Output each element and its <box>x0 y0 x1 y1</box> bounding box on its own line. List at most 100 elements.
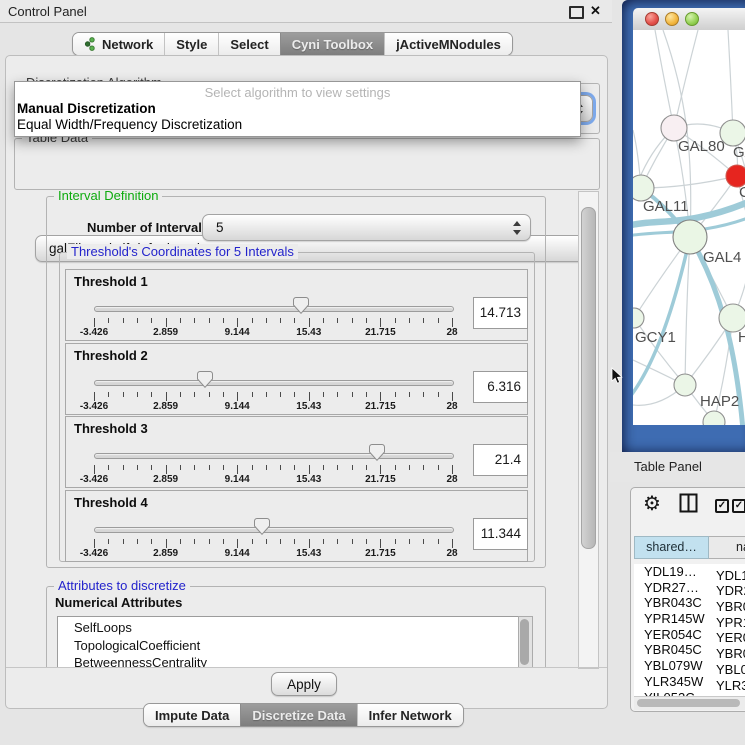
tab-label: Infer Network <box>369 708 452 723</box>
cell-shared-name: YBR045C <box>634 642 713 658</box>
column-header-name[interactable]: na <box>709 536 745 559</box>
slider-tick <box>266 318 267 323</box>
tab-network[interactable]: Network <box>73 33 164 55</box>
slider-thumb[interactable] <box>293 297 309 314</box>
gear-icon[interactable]: ⚙ <box>643 491 661 516</box>
slider-tick <box>151 392 152 397</box>
zoom-traffic-light-icon[interactable] <box>685 12 699 26</box>
slider-tick <box>137 539 138 544</box>
algorithm-option-equal-width-frequency-discretization[interactable]: Equal Width/Frequency Discretization <box>17 117 576 132</box>
network-node-ga[interactable] <box>720 120 745 146</box>
cell-shared-name: YLR345W <box>634 674 713 690</box>
slider-track[interactable] <box>94 527 454 533</box>
slider-axis-label: 2.859 <box>140 401 192 412</box>
table-horizontal-scrollbar[interactable] <box>634 696 745 710</box>
network-node-gcy1[interactable] <box>633 308 644 328</box>
network-icon <box>84 37 97 51</box>
slider-tick <box>352 539 353 544</box>
slider-track[interactable] <box>94 453 454 459</box>
column-header-shared-name[interactable]: shared… <box>634 536 709 559</box>
attribute-item-topologicalcoefficient[interactable]: TopologicalCoefficient <box>58 637 518 655</box>
num-intervals-label: Number of Intervals <box>87 220 209 235</box>
network-node-h[interactable] <box>719 304 745 332</box>
checkbox-icon[interactable]: ✓ <box>715 499 729 513</box>
algorithm-option-manual-discretization[interactable]: Manual Discretization <box>17 101 576 116</box>
tab-cyni-toolbox[interactable]: Cyni Toolbox <box>280 33 384 55</box>
tab-jactivemnodules[interactable]: jActiveMNodules <box>384 33 512 55</box>
threshold-value-field[interactable]: 6.316 <box>473 371 528 403</box>
slider-thumb[interactable] <box>254 518 270 535</box>
attribute-item-selfloops[interactable]: SelfLoops <box>58 619 518 637</box>
slider-axis-label: 9.144 <box>211 548 263 559</box>
slider-track[interactable] <box>94 306 454 312</box>
tab-style[interactable]: Style <box>164 33 218 55</box>
slider-tick <box>223 465 224 470</box>
slider-axis-label: 2.859 <box>140 548 192 559</box>
threshold-value-field[interactable]: 11.344 <box>473 518 528 550</box>
slider-tick <box>438 539 439 544</box>
table-row[interactable]: YLR345WYLR3 <box>634 674 745 690</box>
table-row[interactable]: YBL079WYBL0 <box>634 658 745 674</box>
interval-definition-group: Interval Definition Number of Intervals … <box>46 196 546 568</box>
slider-tick <box>337 465 338 470</box>
slider-axis-label: 2.859 <box>140 474 192 485</box>
slider-tick <box>151 465 152 470</box>
tab-infer-network[interactable]: Infer Network <box>357 704 463 726</box>
slider-tick <box>395 539 396 544</box>
tab-select[interactable]: Select <box>218 33 279 55</box>
minimize-traffic-light-icon[interactable] <box>665 12 679 26</box>
tab-label: Discretize Data <box>252 708 345 723</box>
table-row[interactable]: YER054CYER0 <box>634 627 745 643</box>
attribute-item-betweennesscentrality[interactable]: BetweennessCentrality <box>58 654 518 667</box>
tab-impute-data[interactable]: Impute Data <box>144 704 240 726</box>
list-scrollbar[interactable] <box>518 616 533 667</box>
close-icon[interactable]: ✕ <box>590 3 601 19</box>
slider-tick <box>237 539 238 548</box>
slider-tick <box>280 318 281 323</box>
network-node-label: GA <box>733 144 745 161</box>
threshold-value-field[interactable]: 14.713 <box>473 297 528 329</box>
tab-label: Impute Data <box>155 708 229 723</box>
network-node-hap2[interactable] <box>674 374 696 396</box>
threshold-panel-3: Threshold 3-3.4262.8599.14415.4321.71528… <box>65 416 528 488</box>
slider-thumb[interactable] <box>369 444 385 461</box>
slider-tick <box>423 539 424 544</box>
network-canvas[interactable]: GAL80GACGAL11GAL4GCY1HHAP2 <box>633 30 745 425</box>
table-row[interactable]: YBR045CYBR0 <box>634 642 745 658</box>
slider-tick <box>337 392 338 397</box>
panel-scrollbar-thumb[interactable] <box>581 207 596 549</box>
apply-button[interactable]: Apply <box>271 672 337 696</box>
slider-track[interactable] <box>94 380 454 386</box>
close-traffic-light-icon[interactable] <box>645 12 659 26</box>
threshold-label: Threshold 4 <box>74 495 148 510</box>
slider-thumb[interactable] <box>197 371 213 388</box>
table-hscrollbar-thumb[interactable] <box>637 699 740 707</box>
panel-scrollbar[interactable] <box>578 191 599 669</box>
tab-discretize-data[interactable]: Discretize Data <box>240 704 356 726</box>
slider-axis-label: -3.426 <box>68 548 120 559</box>
list-scrollbar-thumb[interactable] <box>520 619 529 665</box>
network-window[interactable]: GAL80GACGAL11GAL4GCY1HHAP2 <box>622 0 745 452</box>
table-row[interactable]: YBR043CYBR0 <box>634 595 745 611</box>
num-intervals-combobox[interactable]: 5 <box>202 214 531 241</box>
app-root: Control Panel ✕ NetworkStyleSelectCyni T… <box>0 0 745 745</box>
checkbox-icon[interactable]: ✓ <box>732 499 745 513</box>
network-node-gal4[interactable] <box>673 220 707 254</box>
float-window-icon[interactable] <box>569 6 584 19</box>
slider-tick <box>209 539 210 544</box>
slider-tick <box>108 465 109 470</box>
threshold-value-field[interactable]: 21.4 <box>473 444 528 476</box>
table-row[interactable]: YDR27…YDR2 <box>634 580 745 596</box>
algorithm-dropdown-popup: Select algorithm to view settings Manual… <box>14 81 581 137</box>
table-row[interactable]: YPR145WYPR1 <box>634 611 745 627</box>
slider-tick <box>337 539 338 544</box>
tab-label: Select <box>230 37 268 52</box>
slider-axis-label: 9.144 <box>211 474 263 485</box>
threshold-label: Threshold 2 <box>74 348 148 363</box>
column-browser-icon[interactable] <box>679 493 698 516</box>
slider-tick <box>194 392 195 397</box>
table-rows[interactable]: YDL19…YDL1YDR27…YDR2YBR043CYBR0YPR145WYP… <box>634 564 745 696</box>
network-window-titlebar[interactable] <box>633 8 745 31</box>
numerical-attributes-list[interactable]: SelfLoopsTopologicalCoefficientBetweenne… <box>57 616 533 667</box>
table-row[interactable]: YDL19…YDL1 <box>634 564 745 580</box>
